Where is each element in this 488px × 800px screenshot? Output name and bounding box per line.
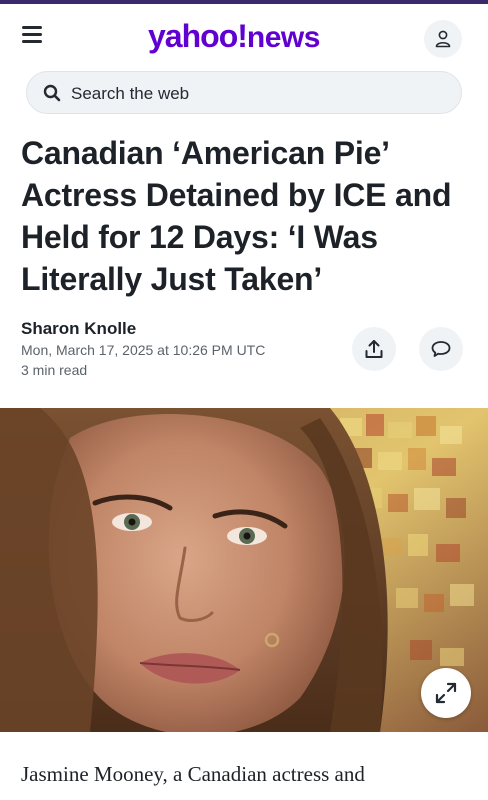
article-hero-image[interactable] [0, 408, 488, 732]
logo-news-text: news [246, 21, 321, 54]
publish-timestamp: Mon, March 17, 2025 at 10:26 PM UTC [21, 342, 266, 358]
hamburger-menu-icon[interactable] [22, 26, 44, 46]
search-icon [43, 84, 61, 102]
user-profile-button[interactable] [424, 20, 462, 58]
logo-yahoo-text: yahoo [148, 18, 238, 54]
user-profile-icon [435, 30, 451, 48]
article-headline: Canadian ‘American Pie’ Actress Detained… [21, 135, 452, 297]
comment-icon [431, 341, 451, 357]
site-header: yahoo!news [0, 4, 488, 68]
hero-photo [0, 408, 488, 732]
article-byline: Sharon Knolle Mon, March 17, 2025 at 10:… [21, 318, 341, 380]
search-input[interactable]: Search the web [26, 71, 462, 114]
read-time: 3 min read [21, 362, 88, 378]
article-body-paragraph: Jasmine Mooney, a Canadian actress and [21, 762, 365, 786]
yahoo-news-logo[interactable]: yahoo!news [148, 18, 320, 58]
share-icon [365, 340, 383, 358]
expand-image-button[interactable] [421, 668, 471, 718]
share-button[interactable] [352, 327, 396, 371]
comment-button[interactable] [419, 327, 463, 371]
expand-icon [435, 682, 457, 704]
author-name[interactable]: Sharon Knolle [21, 318, 341, 340]
logo-bang-text: ! [237, 18, 248, 54]
search-placeholder: Search the web [71, 84, 190, 103]
